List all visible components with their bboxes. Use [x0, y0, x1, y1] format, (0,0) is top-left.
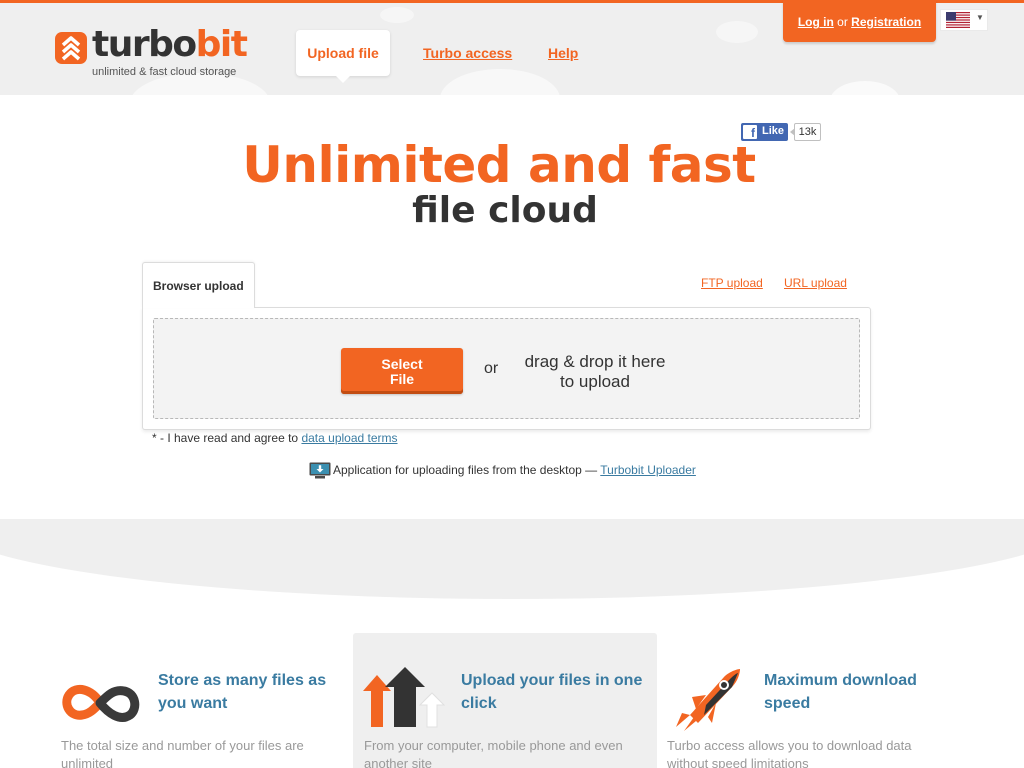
site-logo[interactable]: turbobit unlimited & fast cloud storage	[55, 24, 255, 85]
upload-or-text: or	[484, 360, 499, 377]
drag-drop-hint-line1: drag & drop it here	[524, 352, 666, 371]
upload-terms-notice: * - I have read and agree to data upload…	[152, 431, 398, 445]
auth-or-text: or	[837, 15, 848, 29]
auth-panel: Log in or Registration	[783, 0, 936, 42]
feature-title: Maximum download speed	[764, 672, 917, 712]
select-file-button[interactable]: Select File	[341, 348, 463, 394]
drag-drop-hint: drag & drop it here to upload	[510, 352, 680, 392]
turbobit-uploader-link[interactable]: Turbobit Uploader	[600, 463, 696, 477]
nav-upload-file-label: Upload file	[307, 45, 379, 61]
cloud-decoration	[440, 69, 560, 95]
upload-arrows-icon	[363, 667, 446, 728]
data-upload-terms-link[interactable]: data upload terms	[301, 431, 397, 445]
login-link[interactable]: Log in	[798, 15, 834, 29]
feature-title: Store as many files as you want	[158, 672, 327, 712]
logo-wordmark: turbobit	[92, 23, 248, 67]
cloud-decoration	[830, 81, 900, 95]
rocket-icon	[676, 669, 740, 731]
tab-ftp-upload[interactable]: FTP upload	[701, 276, 763, 290]
tab-browser-upload-label: Browser upload	[153, 279, 244, 293]
desktop-download-icon	[309, 462, 331, 479]
chevron-down-icon: ▼	[976, 13, 984, 22]
nav-help[interactable]: Help	[548, 45, 578, 61]
features-section: Store as many files as you want The tota…	[0, 519, 1024, 768]
feature-unlimited-storage: Store as many files as you want The tota…	[60, 667, 350, 768]
logo-word-bit: bit	[195, 24, 248, 65]
feature-max-speed: Maximum download speed Turbo access allo…	[666, 667, 956, 768]
infinity-icon	[62, 684, 140, 722]
tab-browser-upload[interactable]: Browser upload	[142, 262, 255, 308]
hero-title: Unlimited and fast	[242, 136, 756, 194]
section-curve-decoration	[0, 519, 1024, 599]
language-selector[interactable]: ▼	[940, 9, 988, 31]
desktop-uploader-text: Application for uploading files from the…	[333, 463, 696, 477]
logo-tagline: unlimited & fast cloud storage	[92, 66, 237, 78]
desktop-uploader-description: Application for uploading files from the…	[333, 463, 598, 477]
cloud-decoration	[716, 21, 758, 43]
turbobit-logo-icon	[55, 32, 87, 64]
select-file-label-line1: Select	[381, 356, 423, 372]
feature-description: The total size and number of your files …	[61, 738, 304, 768]
us-flag-icon	[946, 12, 970, 28]
tab-url-upload[interactable]: URL upload	[784, 276, 847, 290]
select-file-label-line2: File	[389, 371, 415, 387]
drag-drop-hint-line2: to upload	[560, 372, 630, 391]
nav-upload-file[interactable]: Upload file	[296, 30, 390, 83]
feature-one-click-upload: Upload your files in one click From your…	[363, 667, 653, 768]
feature-description: Turbo access allows you to download data…	[667, 738, 912, 768]
drop-zone[interactable]	[153, 318, 860, 419]
logo-word-turbo: turbo	[92, 24, 197, 65]
upload-panel	[142, 307, 871, 430]
hero-subtitle: file cloud	[412, 190, 598, 231]
feature-title: Upload your files in one click	[461, 672, 643, 712]
cloud-decoration	[380, 7, 414, 23]
nav-turbo-access[interactable]: Turbo access	[423, 45, 512, 61]
registration-link[interactable]: Registration	[851, 15, 921, 29]
terms-prefix: * - I have read and agree to	[152, 431, 299, 445]
feature-description: From your computer, mobile phone and eve…	[364, 738, 623, 768]
